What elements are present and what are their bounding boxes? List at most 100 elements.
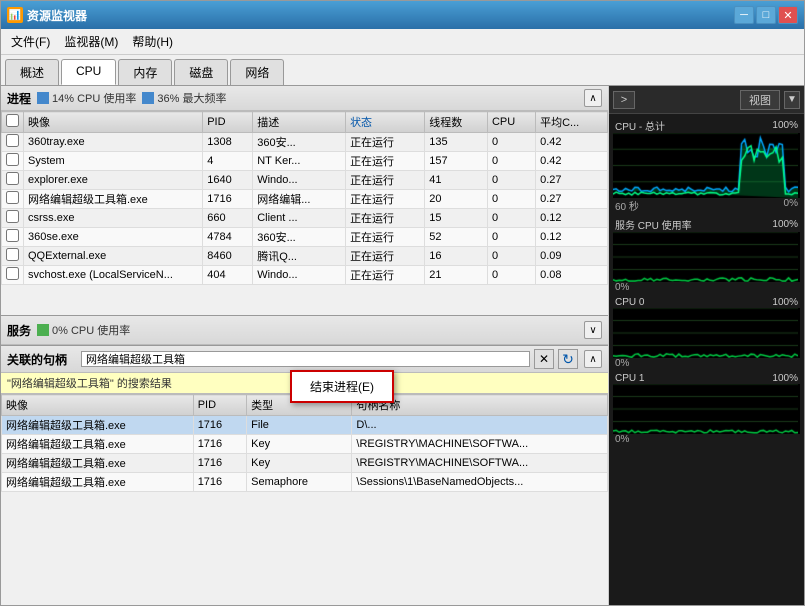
table-row[interactable]: QQExternal.exe 8460 腾讯Q... 正在运行 16 0 0.0…: [2, 247, 608, 266]
row-threads: 20: [425, 190, 488, 209]
row-desc: 腾讯Q...: [253, 247, 346, 266]
row-h-pid: 1716: [193, 416, 246, 435]
row-h-type: Key: [247, 454, 352, 473]
handles-section-header[interactable]: 关联的句柄 ✕ ↻ ∧: [1, 346, 608, 373]
service-cpu-label-row: 服务 CPU 使用率 100%: [613, 217, 800, 232]
close-button[interactable]: ✕: [778, 6, 798, 24]
row-h-type: File: [247, 416, 352, 435]
view-dropdown-button[interactable]: ▼: [784, 91, 800, 109]
row-status: 正在运行: [346, 209, 425, 228]
services-section-header[interactable]: 服务 0% CPU 使用率 ∨: [1, 316, 608, 345]
menu-monitor[interactable]: 监视器(M): [58, 31, 124, 52]
col-h-pid[interactable]: PID: [193, 395, 246, 416]
row-checkbox[interactable]: [2, 190, 24, 209]
row-pid: 4784: [203, 228, 253, 247]
row-image: 360tray.exe: [24, 133, 203, 152]
select-all-checkbox[interactable]: [6, 114, 19, 127]
row-status: 正在运行: [346, 247, 425, 266]
handles-table-body: 网络编辑超级工具箱.exe 1716 File D\... 网络编辑超级工具箱.…: [2, 416, 608, 492]
cpu1-chart-block: CPU 1 100% 0%: [613, 373, 800, 445]
row-status: 正在运行: [346, 171, 425, 190]
row-image: 360se.exe: [24, 228, 203, 247]
row-cpu: 0: [487, 247, 535, 266]
row-h-type: Key: [247, 435, 352, 454]
row-desc: NT Ker...: [253, 152, 346, 171]
process-table-body: 360tray.exe 1308 360安... 正在运行 135 0 0.42…: [2, 133, 608, 285]
table-row[interactable]: 网络编辑超级工具箱.exe 1716 File D\...: [2, 416, 608, 435]
row-avg: 0.12: [536, 228, 608, 247]
cpu-usage-indicator: [37, 92, 49, 104]
cpu-total-label: CPU - 总计: [615, 118, 665, 133]
col-desc[interactable]: 描述: [253, 112, 346, 133]
row-avg: 0.27: [536, 190, 608, 209]
row-h-image: 网络编辑超级工具箱.exe: [2, 416, 194, 435]
row-desc: Windo...: [253, 171, 346, 190]
title-bar: 📊 资源监视器 ─ □ ✕: [1, 1, 804, 29]
col-image[interactable]: 映像: [24, 112, 203, 133]
col-avg[interactable]: 平均C...: [536, 112, 608, 133]
process-table[interactable]: 映像 PID 描述 状态 线程数 CPU 平均C... 360tray.e: [1, 111, 608, 315]
row-h-image: 网络编辑超级工具箱.exe: [2, 473, 194, 492]
table-row[interactable]: svchost.exe (LocalServiceN... 404 Windo.…: [2, 266, 608, 285]
table-row[interactable]: 网络编辑超级工具箱.exe 1716 Key \REGISTRY\MACHINE…: [2, 454, 608, 473]
row-pid: 4: [203, 152, 253, 171]
tab-overview[interactable]: 概述: [5, 59, 59, 85]
cpu-total-chart: [613, 133, 800, 198]
row-threads: 21: [425, 266, 488, 285]
cpu-usage-badge: 14% CPU 使用率: [37, 90, 136, 106]
table-row[interactable]: 360tray.exe 1308 360安... 正在运行 135 0 0.42: [2, 133, 608, 152]
row-status: 正在运行: [346, 152, 425, 171]
left-panel: 进程 14% CPU 使用率 36% 最大频率 ∧: [1, 86, 609, 605]
services-collapse-button[interactable]: ∨: [584, 321, 602, 339]
table-row[interactable]: System 4 NT Ker... 正在运行 157 0 0.42: [2, 152, 608, 171]
table-row[interactable]: 360se.exe 4784 360安... 正在运行 52 0 0.12: [2, 228, 608, 247]
col-h-image[interactable]: 映像: [2, 395, 194, 416]
row-pid: 660: [203, 209, 253, 228]
col-cpu[interactable]: CPU: [487, 112, 535, 133]
table-row[interactable]: 网络编辑超级工具箱.exe 1716 Key \REGISTRY\MACHINE…: [2, 435, 608, 454]
minimize-button[interactable]: ─: [734, 6, 754, 24]
row-checkbox[interactable]: [2, 171, 24, 190]
main-window: 📊 资源监视器 ─ □ ✕ 文件(F) 监视器(M) 帮助(H) 概述 CPU …: [0, 0, 805, 606]
table-row[interactable]: 网络编辑超级工具箱.exe 1716 网络编辑... 正在运行 20 0 0.2…: [2, 190, 608, 209]
table-row[interactable]: explorer.exe 1640 Windo... 正在运行 41 0 0.2…: [2, 171, 608, 190]
table-row[interactable]: csrss.exe 660 Client ... 正在运行 15 0 0.12: [2, 209, 608, 228]
handles-table[interactable]: 映像 PID 类型 句柄名称 网络编辑超级工具箱.exe 1716 File D…: [1, 394, 608, 605]
row-checkbox[interactable]: [2, 247, 24, 266]
row-checkbox[interactable]: [2, 209, 24, 228]
tab-cpu[interactable]: CPU: [61, 59, 116, 85]
max-freq-indicator: [142, 92, 154, 104]
row-checkbox[interactable]: [2, 133, 24, 152]
process-section-header[interactable]: 进程 14% CPU 使用率 36% 最大频率 ∧: [1, 86, 608, 111]
table-row[interactable]: 网络编辑超级工具箱.exe 1716 Semaphore \Sessions\1…: [2, 473, 608, 492]
col-status[interactable]: 状态: [346, 112, 425, 133]
row-checkbox[interactable]: [2, 228, 24, 247]
row-desc: Windo...: [253, 266, 346, 285]
col-threads[interactable]: 线程数: [425, 112, 488, 133]
tab-memory[interactable]: 内存: [118, 59, 172, 85]
search-refresh-button[interactable]: ↻: [558, 349, 578, 369]
col-checkbox[interactable]: [2, 112, 24, 133]
row-h-pid: 1716: [193, 435, 246, 454]
row-checkbox[interactable]: [2, 152, 24, 171]
cpu-total-footer-right: 0%: [784, 198, 798, 213]
cpu-total-footer: 60 秒 0%: [613, 198, 800, 213]
search-clear-button[interactable]: ✕: [534, 349, 554, 369]
handles-collapse-button[interactable]: ∧: [584, 350, 602, 368]
tab-disk[interactable]: 磁盘: [174, 59, 228, 85]
menu-help[interactable]: 帮助(H): [126, 31, 179, 52]
expand-button[interactable]: >: [613, 91, 635, 109]
col-pid[interactable]: PID: [203, 112, 253, 133]
row-h-image: 网络编辑超级工具箱.exe: [2, 435, 194, 454]
context-menu-end-process[interactable]: 结束进程(E): [294, 374, 390, 399]
row-desc: 360安...: [253, 133, 346, 152]
row-checkbox[interactable]: [2, 266, 24, 285]
handles-search-input[interactable]: [81, 351, 530, 367]
row-desc: Client ...: [253, 209, 346, 228]
menu-file[interactable]: 文件(F): [5, 31, 56, 52]
services-cpu-indicator: [37, 324, 49, 336]
process-collapse-button[interactable]: ∧: [584, 89, 602, 107]
tab-network[interactable]: 网络: [230, 59, 284, 85]
view-button[interactable]: 视图: [740, 90, 780, 110]
maximize-button[interactable]: □: [756, 6, 776, 24]
